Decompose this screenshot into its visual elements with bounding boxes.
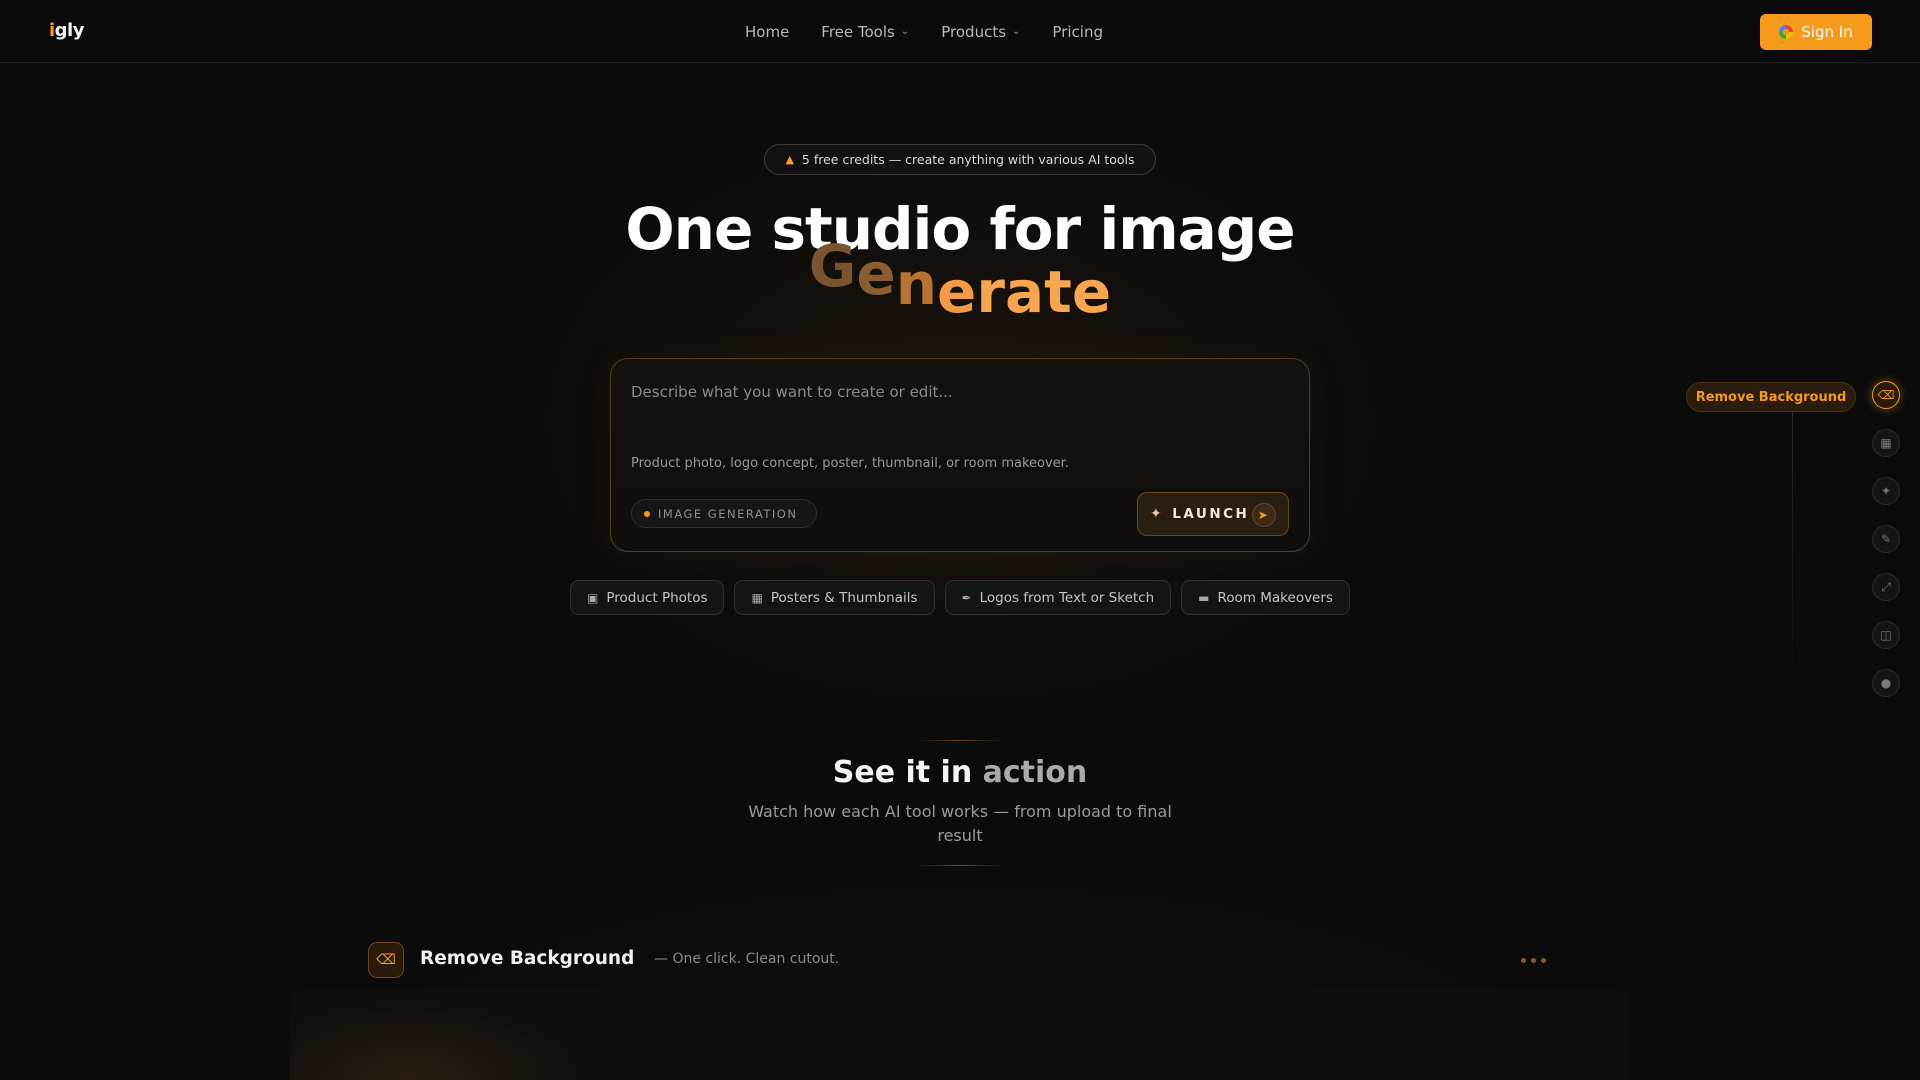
image-edit-icon[interactable]: ▦ <box>1872 429 1900 457</box>
nav-pricing[interactable]: Pricing <box>1052 23 1103 41</box>
bag-icon: ▣ <box>587 590 599 605</box>
section-divider-top <box>915 740 1005 741</box>
mode-label: IMAGE GENERATION <box>658 506 798 521</box>
section-divider-bottom <box>915 865 1005 866</box>
logo-text: gly <box>54 20 85 41</box>
image-icon: ▦ <box>751 590 763 605</box>
brush-icon[interactable]: ✎ <box>1872 525 1900 553</box>
carousel-dots[interactable] <box>1521 958 1546 963</box>
chip-label: Product Photos <box>606 589 708 606</box>
chip-logos[interactable]: ✒ Logos from Text or Sketch <box>944 580 1172 615</box>
google-icon <box>1779 25 1794 39</box>
demo-subtitle: — One click. Clean cutout. <box>654 951 840 967</box>
sign-in-label: Sign In <box>1801 23 1853 41</box>
hero-letter: e <box>856 240 896 308</box>
eraser-icon: ⌫ <box>368 942 404 978</box>
hero-letter: t <box>1044 258 1072 326</box>
tool-rail-line <box>1792 410 1793 700</box>
chip-label: Posters & Thumbnails <box>770 589 918 606</box>
nav-free-tools[interactable]: Free Tools ⌄ <box>821 23 909 41</box>
prompt-hint: Product photo, logo concept, poster, thu… <box>631 456 1069 471</box>
chevron-down-icon: ⌄ <box>900 26 910 37</box>
section-title: See it in action <box>0 755 1920 790</box>
nav-pricing-label: Pricing <box>1052 22 1103 41</box>
prompt-box: Product photo, logo concept, poster, thu… <box>610 358 1310 552</box>
hero-letter: e <box>1071 258 1112 326</box>
hero-letter: G <box>808 232 857 300</box>
nav-free-tools-label: Free Tools <box>821 22 895 41</box>
demo-preview-panel <box>290 990 1630 1080</box>
chip-posters-thumbnails[interactable]: ▦ Posters & Thumbnails <box>734 580 935 615</box>
expand-icon[interactable]: ⤢ <box>1872 573 1900 601</box>
section-subtitle: Watch how each AI tool works — from uplo… <box>748 802 1172 845</box>
nav-products-label: Products <box>941 22 1007 41</box>
chip-label: Logos from Text or Sketch <box>979 589 1155 606</box>
tool-rail-tooltip: Remove Background <box>1686 382 1856 412</box>
hero-letter: r <box>976 258 1005 326</box>
hero-title: One studio for image <box>625 195 1295 263</box>
nav-products[interactable]: Products ⌄ <box>941 23 1020 41</box>
chip-room-makeovers[interactable]: ▬ Room Makeovers <box>1181 580 1350 615</box>
hero-animated-word: Generate <box>0 232 1920 326</box>
mode-selector[interactable]: IMAGE GENERATION <box>631 499 817 528</box>
hero-letter: e <box>937 258 977 326</box>
eraser-icon[interactable]: ⌫ <box>1872 381 1900 409</box>
credits-badge-text: 5 free credits — create anything with va… <box>801 152 1135 167</box>
section-title-fade: action <box>982 755 1088 790</box>
nav-home[interactable]: Home <box>745 23 789 41</box>
brand-logo[interactable]: i gly <box>49 20 84 41</box>
sofa-icon: ▬ <box>1198 590 1210 605</box>
hero-letter: a <box>1004 258 1045 326</box>
send-arrow-icon: ➤ <box>1252 503 1276 527</box>
nav-home-label: Home <box>745 22 790 41</box>
demo-title: Remove Background <box>420 948 635 969</box>
triangle-icon: ▲ <box>785 153 794 166</box>
mode-dot-icon <box>644 510 650 517</box>
quick-chips: ▣ Product Photos ▦ Posters & Thumbnails … <box>0 580 1920 615</box>
hero-letter: n <box>895 250 938 318</box>
carousel-dot[interactable] <box>1541 958 1546 963</box>
chevron-down-icon: ⌄ <box>1012 26 1021 37</box>
chip-label: Room Makeovers <box>1217 589 1333 606</box>
chip-product-photos[interactable]: ▣ Product Photos <box>570 580 725 615</box>
launch-button[interactable]: ✦ LAUNCH ➤ <box>1137 492 1289 536</box>
dot-icon[interactable]: ● <box>1872 669 1900 697</box>
sign-in-button[interactable]: Sign In <box>1760 14 1872 50</box>
pen-tool-icon: ✒ <box>961 590 972 605</box>
top-navbar: i gly Home Free Tools ⌄ Products ⌄ Pricing … <box>0 0 1920 63</box>
main-nav: Home Free Tools ⌄ Products ⌄ Pricing <box>745 0 1103 63</box>
carousel-dot[interactable] <box>1531 958 1536 963</box>
prompt-input[interactable] <box>631 377 1291 407</box>
launch-label: LAUNCH <box>1172 506 1250 522</box>
scan-icon[interactable]: ◫ <box>1872 621 1900 649</box>
magic-wand-icon[interactable]: ✦ <box>1872 477 1900 505</box>
carousel-dot[interactable] <box>1521 958 1526 963</box>
section-title-main: See it in <box>832 755 983 790</box>
sparkle-icon: ✦ <box>1150 506 1165 522</box>
credits-badge: ▲ 5 free credits — create anything with … <box>764 144 1156 175</box>
